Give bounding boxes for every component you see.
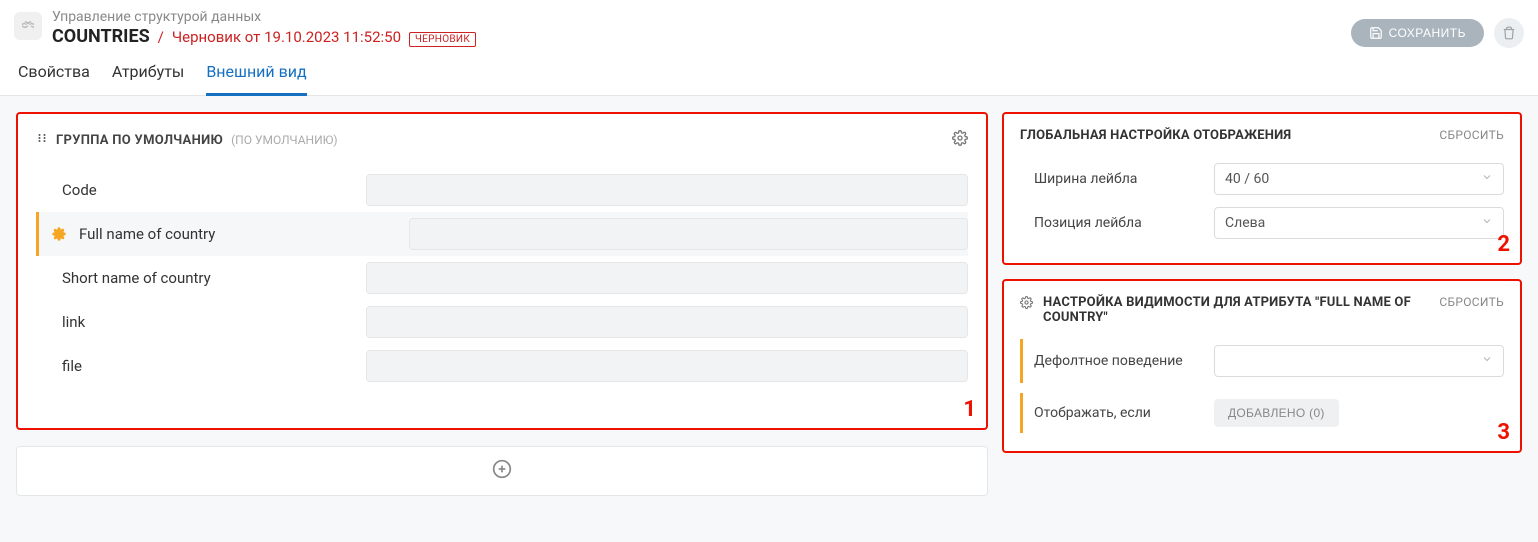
panel-header: ГЛОБАЛЬНАЯ НАСТРОЙКА ОТОБРАЖЕНИЯ СБРОСИТ… <box>1020 128 1504 143</box>
title-row: COUNTRIES / Черновик от 19.10.2023 11:52… <box>52 26 1341 47</box>
attribute-row[interactable]: Code <box>36 168 968 212</box>
show-if-label: Отображать, если <box>1034 405 1214 421</box>
label-position-select[interactable]: Слева <box>1214 207 1504 239</box>
right-column: ГЛОБАЛЬНАЯ НАСТРОЙКА ОТОБРАЖЕНИЯ СБРОСИТ… <box>1002 112 1522 526</box>
entity-type-icon <box>14 12 42 40</box>
chevron-down-icon <box>1481 353 1493 369</box>
trash-icon <box>1502 26 1516 40</box>
tab-properties[interactable]: Свойства <box>18 62 90 95</box>
group-header: ГРУППА ПО УМОЛЧАНИЮ (ПО УМОЛЧАНИЮ) <box>36 130 968 150</box>
save-icon <box>1369 26 1383 40</box>
label-width-select[interactable]: 40 / 60 <box>1214 163 1504 195</box>
gear-icon <box>1020 296 1033 313</box>
chevron-down-icon <box>1481 215 1493 231</box>
attribute-label: link <box>36 313 366 331</box>
delete-button[interactable] <box>1494 18 1524 48</box>
show-if-row: Отображать, если ДОБАВЛЕНО (0) <box>1020 393 1504 433</box>
attribute-row[interactable]: file <box>36 344 968 388</box>
draft-timestamp: Черновик от 19.10.2023 11:52:50 <box>172 28 401 46</box>
gear-icon <box>52 227 66 241</box>
label-width-row: Ширина лейбла 40 / 60 <box>1020 157 1504 201</box>
breadcrumb: Управление структурой данных <box>52 8 1341 26</box>
attribute-input[interactable] <box>366 306 968 338</box>
content: ГРУППА ПО УМОЛЧАНИЮ (ПО УМОЛЧАНИЮ) Code … <box>0 96 1538 542</box>
header-actions: СОХРАНИТЬ <box>1351 18 1524 48</box>
group-subtitle: (ПО УМОЛЧАНИЮ) <box>231 133 338 147</box>
panel-header: НАСТРОЙКА ВИДИМОСТИ ДЛЯ АТРИБУТА "FULL N… <box>1020 295 1504 325</box>
left-column: ГРУППА ПО УМОЛЧАНИЮ (ПО УМОЛЧАНИЮ) Code … <box>16 112 988 526</box>
page-title: COUNTRIES <box>52 26 150 47</box>
visibility-panel: НАСТРОЙКА ВИДИМОСТИ ДЛЯ АТРИБУТА "FULL N… <box>1002 279 1522 453</box>
save-button[interactable]: СОХРАНИТЬ <box>1351 19 1484 47</box>
attribute-label: file <box>36 357 366 375</box>
plus-icon <box>492 459 512 483</box>
default-behavior-label: Дефолтное поведение <box>1034 353 1214 369</box>
attribute-input[interactable] <box>366 350 968 382</box>
label-position-label: Позиция лейбла <box>1034 215 1214 231</box>
panel-title: ГЛОБАЛЬНАЯ НАСТРОЙКА ОТОБРАЖЕНИЯ <box>1020 128 1433 143</box>
attribute-input[interactable] <box>366 174 968 206</box>
label-position-row: Позиция лейбла Слева <box>1020 201 1504 245</box>
added-chip-button[interactable]: ДОБАВЛЕНО (0) <box>1214 399 1339 427</box>
reset-button[interactable]: СБРОСИТЬ <box>1439 295 1504 309</box>
tab-appearance[interactable]: Внешний вид <box>206 62 306 96</box>
attribute-input[interactable] <box>409 218 968 250</box>
annotation-1: 1 <box>963 397 976 422</box>
tab-attributes[interactable]: Атрибуты <box>112 62 184 95</box>
label-position-value: Слева <box>1225 215 1265 231</box>
annotation-3: 3 <box>1497 420 1510 445</box>
default-group-panel: ГРУППА ПО УМОЛЧАНИЮ (ПО УМОЛЧАНИЮ) Code … <box>16 112 988 430</box>
annotation-2: 2 <box>1497 232 1510 257</box>
tabs: Свойства Атрибуты Внешний вид <box>0 48 1538 96</box>
draft-badge: ЧЕРНОВИК <box>409 32 476 47</box>
header: Управление структурой данных COUNTRIES /… <box>0 0 1538 48</box>
attribute-row-selected[interactable]: Full name of country <box>36 212 968 256</box>
label-width-value: 40 / 60 <box>1225 171 1269 187</box>
chevron-down-icon <box>1481 171 1493 187</box>
add-group-panel[interactable] <box>16 446 988 496</box>
attribute-input[interactable] <box>366 262 968 294</box>
attribute-label: Short name of country <box>36 269 366 287</box>
attribute-row[interactable]: Short name of country <box>36 256 968 300</box>
row-gear-icon[interactable] <box>39 227 79 241</box>
header-titles: Управление структурой данных COUNTRIES /… <box>52 8 1341 47</box>
default-behavior-select[interactable] <box>1214 345 1504 377</box>
group-title: ГРУППА ПО УМОЛЧАНИЮ <box>56 133 223 148</box>
save-label: СОХРАНИТЬ <box>1389 26 1466 40</box>
attribute-label: Full name of country <box>79 225 409 243</box>
group-settings-button[interactable] <box>952 130 968 150</box>
reset-button[interactable]: СБРОСИТЬ <box>1439 128 1504 142</box>
label-width-label: Ширина лейбла <box>1034 171 1214 187</box>
panel-title: НАСТРОЙКА ВИДИМОСТИ ДЛЯ АТРИБУТА "FULL N… <box>1043 295 1433 325</box>
attribute-row[interactable]: link <box>36 300 968 344</box>
default-behavior-row: Дефолтное поведение <box>1020 339 1504 383</box>
drag-handle-icon[interactable] <box>36 132 48 148</box>
gear-icon <box>952 130 968 146</box>
attribute-label: Code <box>36 181 366 199</box>
title-separator: / <box>158 28 164 46</box>
global-display-panel: ГЛОБАЛЬНАЯ НАСТРОЙКА ОТОБРАЖЕНИЯ СБРОСИТ… <box>1002 112 1522 265</box>
